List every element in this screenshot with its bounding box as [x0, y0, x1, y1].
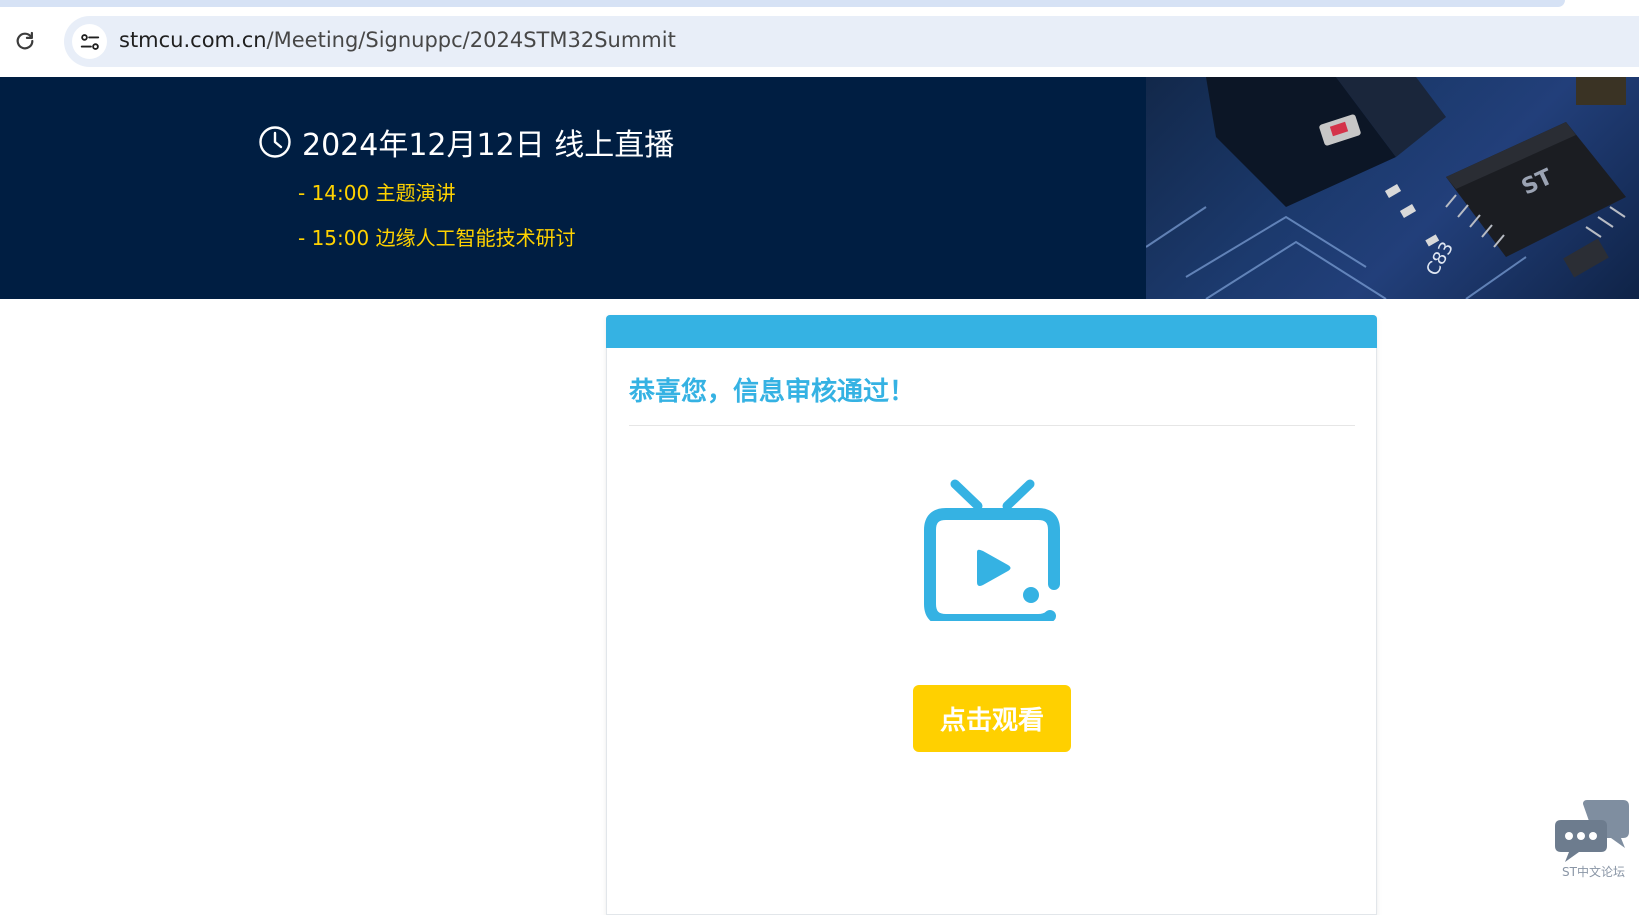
event-banner: 2024年12月12日 线上直播 - 14:00 主题演讲 - 15:00 边缘…	[0, 77, 1639, 299]
event-date-text: 2024年12月12日 线上直播	[302, 128, 675, 163]
card-divider	[629, 425, 1355, 426]
agenda-item-keynote: - 14:00 主题演讲	[298, 181, 456, 205]
circuit-board-photo: ST C83	[1145, 77, 1639, 299]
reload-button[interactable]	[10, 26, 40, 56]
approval-message: 恭喜您，信息审核通过！	[629, 377, 916, 407]
forum-label: ST中文论坛	[1562, 865, 1625, 879]
card-header-bar	[606, 315, 1377, 348]
tv-play-icon	[924, 479, 1060, 621]
url-host: stmcu.com.cn	[119, 28, 267, 52]
url-path: /Meeting/Signuppc/2024STM32Summit	[266, 28, 676, 52]
svg-text:C83: C83	[1422, 238, 1458, 279]
watch-now-button[interactable]: 点击观看	[913, 685, 1071, 752]
reload-icon	[16, 31, 34, 50]
approval-card: 恭喜您，信息审核通过！ 点击观看	[606, 315, 1377, 915]
banner-headline: 2024年12月12日 线上直播	[258, 120, 674, 164]
browser-toolbar: stmcu.com.cn/Meeting/Signuppc/2024STM32S…	[0, 7, 1639, 77]
url-text[interactable]: stmcu.com.cn/Meeting/Signuppc/2024STM32S…	[119, 28, 676, 52]
address-bar[interactable]: stmcu.com.cn/Meeting/Signuppc/2024STM32S…	[64, 16, 1639, 67]
clock-icon	[259, 126, 291, 158]
forum-chat-widget[interactable]: ST中文论坛	[1555, 800, 1635, 882]
site-info-button[interactable]	[72, 24, 107, 59]
tune-icon	[80, 33, 99, 50]
chat-bubbles-icon	[1555, 800, 1629, 862]
tab-strip-edge	[0, 0, 1565, 7]
agenda-item-workshop: - 15:00 边缘人工智能技术研讨	[298, 226, 576, 250]
